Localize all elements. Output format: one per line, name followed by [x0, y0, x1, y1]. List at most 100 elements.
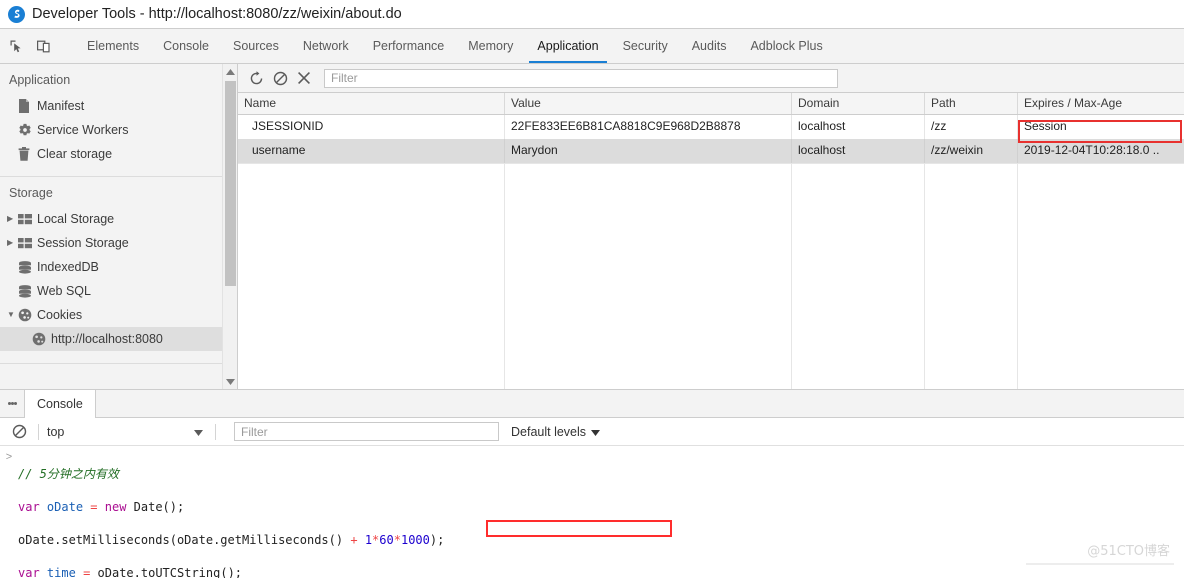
tab-security[interactable]: Security [611, 29, 680, 63]
table-icon [18, 237, 37, 249]
sidebar-item-label: Cookies [37, 308, 83, 322]
chevron-down-icon [194, 425, 203, 439]
sidebar-item-manifest[interactable]: Manifest [0, 94, 237, 118]
sidebar-item-cookie-origin[interactable]: http://localhost:8080 [0, 327, 237, 351]
fill-col-expires [1018, 164, 1184, 389]
delete-cookie-icon[interactable] [292, 66, 316, 90]
refresh-icon[interactable] [244, 66, 268, 90]
trash-icon [18, 147, 37, 161]
sidebar-item-label: Service Workers [37, 123, 129, 137]
database-icon [18, 284, 37, 298]
tab-label: Application [537, 39, 599, 53]
console-toolbar: top Filter Default levels [0, 418, 1184, 446]
sidebar-item-cookies[interactable]: ▼ Cookies [0, 303, 237, 327]
window-title-bar: Developer Tools - http://localhost:8080/… [0, 0, 1184, 28]
table-row[interactable]: username Marydon localhost /zz/weixin 20… [238, 139, 1184, 163]
tab-label: Sources [232, 39, 279, 53]
tab-label: Security [622, 39, 668, 53]
cookies-filter-input[interactable]: Filter [324, 68, 838, 88]
cell-domain: localhost [792, 115, 925, 139]
more-options-icon[interactable] [0, 390, 24, 417]
sidebar-item-web-sql[interactable]: Web SQL [0, 279, 237, 303]
console-levels-label: Default levels [511, 424, 587, 439]
cookies-table: Name Value Domain Path Expires / Max-Age… [238, 93, 1184, 389]
sidebar-heading-storage: Storage [9, 186, 53, 200]
tab-memory[interactable]: Memory [456, 29, 525, 63]
column-header-value[interactable]: Value [505, 93, 792, 114]
clear-all-cookies-icon[interactable] [268, 66, 292, 90]
devtools-left-icons [0, 29, 75, 63]
drawer-tab-label: Console [37, 397, 83, 411]
sidebar-group-application: Manifest Service Workers Clear storage [0, 94, 237, 172]
console-drawer: Console top Filter Default levels > // 5… [0, 389, 1184, 578]
sidebar-item-session-storage[interactable]: ▶ Session Storage [0, 231, 237, 255]
cookie-icon [32, 332, 51, 346]
chevron-right-icon[interactable]: ▶ [7, 239, 18, 247]
cell-value: Marydon [505, 139, 792, 163]
tab-elements[interactable]: Elements [75, 29, 151, 63]
tab-label: Audits [691, 39, 727, 53]
device-toolbar-icon[interactable] [34, 37, 52, 55]
inspect-element-icon[interactable] [7, 37, 25, 55]
tab-label: Memory [468, 39, 514, 53]
tab-sources[interactable]: Sources [221, 29, 291, 63]
watermark-text: @51CTO博客 [1087, 544, 1170, 559]
column-header-domain[interactable]: Domain [792, 93, 925, 114]
tab-adblock-plus[interactable]: Adblock Plus [738, 29, 834, 63]
console-output: > // 5分钟之内有效 var oDate = new Date(); oDa… [0, 446, 1184, 578]
code-token: var [18, 499, 40, 514]
table-row[interactable]: JSESSIONID 22FE833EE6B81CA8818C9E968D2B8… [238, 115, 1184, 139]
tab-audits[interactable]: Audits [680, 29, 739, 63]
console-levels-dropdown[interactable]: Default levels [511, 424, 601, 439]
application-sidebar: Application Manifest Service Workers Cle… [0, 64, 238, 389]
console-filter-input[interactable]: Filter [234, 422, 499, 441]
sidebar-heading-application: Application [9, 73, 71, 87]
cell-value: 22FE833EE6B81CA8818C9E968D2B8878 [505, 115, 792, 139]
sidebar-divider-bottom [0, 363, 237, 364]
chevron-right-icon[interactable]: ▶ [7, 215, 18, 223]
cookies-table-empty-area [238, 164, 1184, 389]
panel-tabs: Elements Console Sources Network Perform… [75, 29, 835, 63]
chevron-down-icon[interactable]: ▼ [7, 311, 18, 319]
devtools-tab-strip: Elements Console Sources Network Perform… [0, 28, 1184, 64]
code-token: 60 [379, 532, 394, 547]
code-token: 1000 [400, 532, 430, 547]
cookies-table-body: JSESSIONID 22FE833EE6B81CA8818C9E968D2B8… [238, 115, 1184, 164]
code-token: Date(); [126, 499, 185, 514]
tab-console[interactable]: Console [151, 29, 221, 63]
sidebar-scrollbar[interactable] [222, 64, 237, 389]
code-token: new [104, 499, 127, 514]
code-token: ); [429, 532, 445, 547]
clear-console-icon[interactable] [8, 424, 30, 439]
sidebar-item-label: Session Storage [37, 236, 129, 250]
scroll-down-arrow-icon[interactable] [223, 374, 237, 389]
tab-network[interactable]: Network [291, 29, 361, 63]
watermark-rule [1026, 563, 1174, 565]
devtools-logo-icon [8, 5, 25, 23]
tab-application[interactable]: Application [525, 29, 610, 63]
sidebar-item-label: Web SQL [37, 284, 91, 298]
sidebar-item-local-storage[interactable]: ▶ Local Storage [0, 207, 237, 231]
sidebar-item-indexeddb[interactable]: IndexedDB [0, 255, 237, 279]
sidebar-item-service-workers[interactable]: Service Workers [0, 118, 237, 142]
sidebar-item-label: IndexedDB [37, 260, 99, 274]
column-header-expires[interactable]: Expires / Max-Age [1018, 93, 1184, 114]
tab-performance[interactable]: Performance [361, 29, 457, 63]
scroll-up-arrow-icon[interactable] [223, 64, 237, 79]
table-icon [18, 213, 37, 225]
column-header-path[interactable]: Path [925, 93, 1018, 114]
console-context-select[interactable]: top [47, 422, 207, 442]
column-header-name[interactable]: Name [238, 93, 505, 114]
sidebar-item-label: Manifest [37, 99, 85, 113]
tab-label: Adblock Plus [750, 39, 823, 53]
drawer-tab-console[interactable]: Console [24, 390, 96, 418]
gear-icon [18, 123, 37, 137]
sidebar-item-clear-storage[interactable]: Clear storage [0, 142, 237, 166]
cell-domain: localhost [792, 139, 925, 163]
cell-path: /zz/weixin [925, 139, 1018, 163]
sidebar-scroll-thumb[interactable] [225, 81, 236, 286]
console-toolbar-separator-2 [215, 423, 216, 440]
